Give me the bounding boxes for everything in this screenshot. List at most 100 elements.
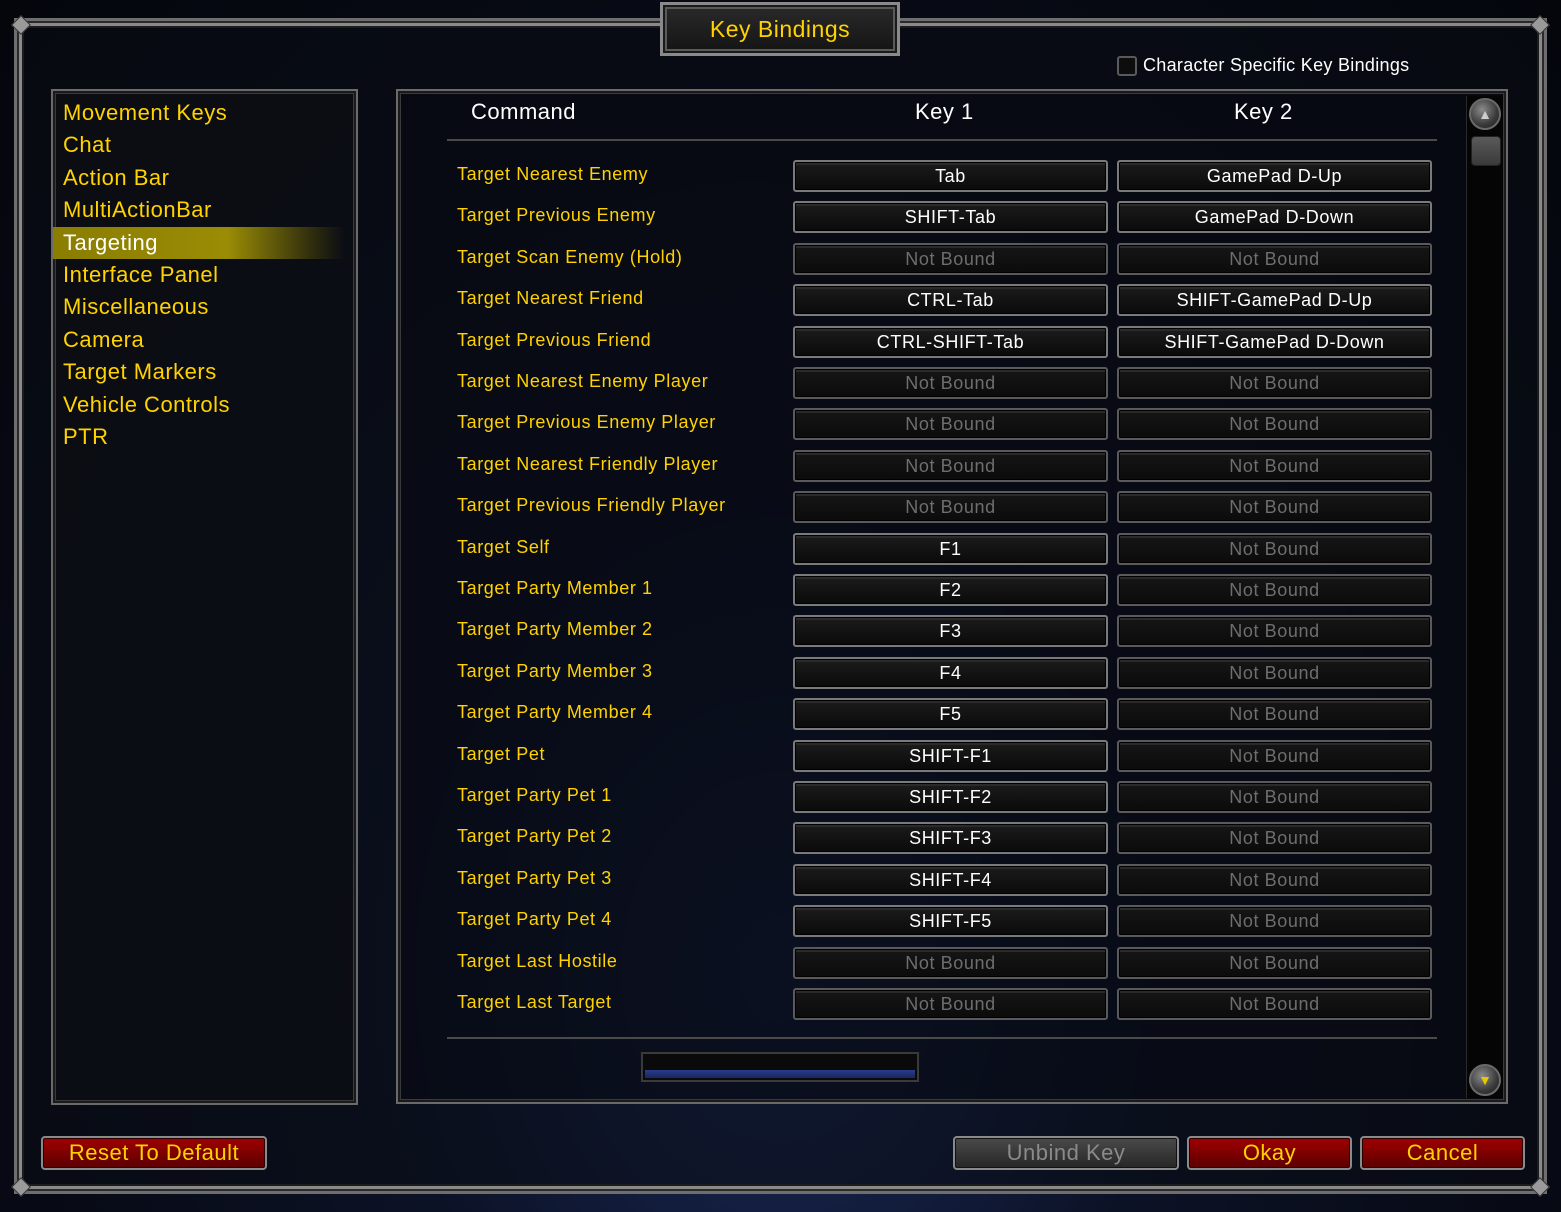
window-title-plate: Key Bindings <box>660 2 900 56</box>
key1-button[interactable]: SHIFT-F3 <box>793 822 1108 855</box>
reset-to-default-button[interactable]: Reset To Default <box>41 1136 267 1170</box>
key2-button[interactable]: Not Bound <box>1117 242 1432 275</box>
scroll-up-arrow-icon[interactable]: ▲ <box>1469 98 1501 130</box>
key1-button[interactable]: Not Bound <box>793 491 1108 524</box>
binding-row: Target Nearest Friendly Player Not Bound N… <box>447 449 1437 484</box>
key2-button[interactable]: Not Bound <box>1117 739 1432 772</box>
key2-button[interactable]: Not Bound <box>1117 905 1432 938</box>
unbind-key-button[interactable]: Unbind Key <box>953 1136 1179 1170</box>
binding-row: Target Party Member 4 F5 Not Bound <box>447 698 1437 732</box>
key2-button[interactable]: Not Bound <box>1117 988 1432 1020</box>
key2-button[interactable]: Not Bound <box>1117 946 1432 979</box>
key2-button[interactable]: Not Bound <box>1117 656 1432 689</box>
binding-row: Target Previous Enemy SHIFT-Tab GamePad D-… <box>447 201 1437 235</box>
key1-button[interactable]: CTRL-SHIFT-Tab <box>793 325 1108 358</box>
key1-button[interactable]: Not Bound <box>793 946 1108 979</box>
binding-command-label: Target Party Pet 3 <box>457 867 612 888</box>
binding-row: Target Previous Friendly Player Not Bound… <box>447 491 1437 525</box>
key1-button[interactable]: F1 <box>793 532 1108 565</box>
key1-button[interactable]: Not Bound <box>793 242 1108 275</box>
key2-button[interactable]: Not Bound <box>1117 863 1432 896</box>
key2-button[interactable]: Not Bound <box>1117 491 1432 524</box>
key2-button[interactable]: SHIFT-GamePad D-Down <box>1117 325 1432 358</box>
category-item-vehicle-controls[interactable]: Vehicle Controls <box>53 389 356 421</box>
key1-button[interactable]: CTRL-Tab <box>793 284 1108 317</box>
key1-button[interactable]: Not Bound <box>793 988 1108 1020</box>
header-divider <box>447 139 1437 141</box>
window-title: Key Bindings <box>709 15 851 42</box>
binding-row: Target Scan Enemy (Hold) Not Bound Not Bou… <box>447 242 1437 277</box>
key1-button[interactable]: F2 <box>793 574 1108 606</box>
key2-button[interactable]: Not Bound <box>1117 408 1432 441</box>
column-header-key1: Key 1 <box>915 99 974 124</box>
category-item-target-markers[interactable]: Target Markers <box>53 356 356 388</box>
category-item-movement-keys[interactable]: Movement Keys <box>53 97 356 129</box>
cancel-button[interactable]: Cancel <box>1360 1136 1525 1170</box>
column-header-key2: Key 2 <box>1234 99 1293 124</box>
category-item-chat[interactable]: Chat <box>53 129 356 161</box>
binding-row: Target Nearest Enemy Player Not Bound Not … <box>447 367 1437 401</box>
key1-button[interactable]: SHIFT-F5 <box>793 905 1108 938</box>
character-specific-toggle[interactable]: Character Specific Key Bindings <box>1117 55 1409 76</box>
key1-button[interactable]: Not Bound <box>793 367 1108 399</box>
binding-command-label: Target Nearest Enemy <box>457 164 649 184</box>
binding-row: Target Nearest Enemy Tab GamePad D-Up <box>447 160 1437 194</box>
key1-button[interactable]: F4 <box>793 656 1108 689</box>
key2-button[interactable]: Not Bound <box>1117 822 1432 855</box>
key2-button[interactable]: Not Bound <box>1117 615 1432 648</box>
key1-button[interactable]: Not Bound <box>793 449 1108 482</box>
key2-button[interactable]: Not Bound <box>1117 532 1432 565</box>
category-list: Movement Keys Chat Action Bar MultiActio… <box>51 89 358 1105</box>
key1-button[interactable]: F3 <box>793 615 1108 648</box>
footer-divider <box>447 1037 1437 1039</box>
key2-button[interactable]: Not Bound <box>1117 698 1432 731</box>
key1-button[interactable]: F5 <box>793 698 1108 731</box>
key1-button[interactable]: SHIFT-F4 <box>793 863 1108 896</box>
key2-button[interactable]: GamePad D-Up <box>1117 160 1432 192</box>
category-item-action-bar[interactable]: Action Bar <box>53 162 356 194</box>
binding-command-label: Target Last Target <box>457 992 612 1012</box>
horizontal-scroll-thumb[interactable] <box>645 1070 915 1078</box>
binding-row: Target Nearest Friend CTRL-Tab SHIFT-GameP… <box>447 284 1437 318</box>
binding-command-label: Target Previous Friendly Player <box>457 495 726 516</box>
key1-button[interactable]: Tab <box>793 160 1108 192</box>
binding-row: Target Party Member 1 F2 Not Bound <box>447 574 1437 608</box>
category-item-miscellaneous[interactable]: Miscellaneous <box>53 291 356 323</box>
okay-button[interactable]: Okay <box>1187 1136 1352 1170</box>
binding-row: Target Party Pet 3 SHIFT-F4 Not Bound <box>447 863 1437 898</box>
binding-command-label: Target Nearest Friendly Player <box>457 453 719 474</box>
binding-row: Target Last Target Not Bound Not Bound <box>447 988 1437 1022</box>
binding-command-label: Target Previous Enemy Player <box>457 412 716 433</box>
binding-row: Target Party Pet 1 SHIFT-F2 Not Bound <box>447 781 1437 815</box>
key1-button[interactable]: SHIFT-F1 <box>793 739 1108 772</box>
category-item-targeting[interactable]: Targeting <box>53 226 344 259</box>
scroll-down-arrow-icon[interactable]: ▼ <box>1469 1064 1501 1096</box>
binding-command-label: Target Party Pet 2 <box>457 826 612 847</box>
key2-button[interactable]: Not Bound <box>1117 574 1432 606</box>
binding-row: Target Self F1 Not Bound <box>447 532 1437 567</box>
binding-command-label: Target Party Member 4 <box>457 702 653 723</box>
binding-command-label: Target Pet <box>457 743 546 764</box>
horizontal-scrollbar[interactable] <box>641 1052 919 1082</box>
category-item-camera[interactable]: Camera <box>53 324 356 356</box>
key2-button[interactable]: Not Bound <box>1117 449 1432 482</box>
binding-row: Target Previous Friend CTRL-SHIFT-Tab SHIF… <box>447 325 1437 360</box>
category-item-interface-panel[interactable]: Interface Panel <box>53 259 356 291</box>
category-item-multiactionbar[interactable]: MultiActionBar <box>53 194 356 226</box>
category-item-ptr[interactable]: PTR <box>53 421 356 453</box>
binding-row: Target Party Member 2 F3 Not Bound <box>447 615 1437 649</box>
key2-button[interactable]: GamePad D-Down <box>1117 201 1432 234</box>
key1-button[interactable]: Not Bound <box>793 408 1108 441</box>
binding-command-label: Target Previous Enemy <box>457 205 656 226</box>
key2-button[interactable]: SHIFT-GamePad D-Up <box>1117 284 1432 317</box>
vertical-scrollbar[interactable]: ▲ ▼ <box>1466 96 1503 1098</box>
binding-command-label: Target Party Member 1 <box>457 578 653 598</box>
key1-button[interactable]: SHIFT-Tab <box>793 201 1108 234</box>
scroll-thumb[interactable] <box>1471 136 1501 166</box>
key2-button[interactable]: Not Bound <box>1117 367 1432 399</box>
character-specific-checkbox[interactable] <box>1117 55 1137 76</box>
binding-command-label: Target Scan Enemy (Hold) <box>457 246 683 267</box>
binding-row: Target Party Pet 2 SHIFT-F3 Not Bound <box>447 822 1437 856</box>
key1-button[interactable]: SHIFT-F2 <box>793 781 1108 813</box>
key2-button[interactable]: Not Bound <box>1117 781 1432 813</box>
